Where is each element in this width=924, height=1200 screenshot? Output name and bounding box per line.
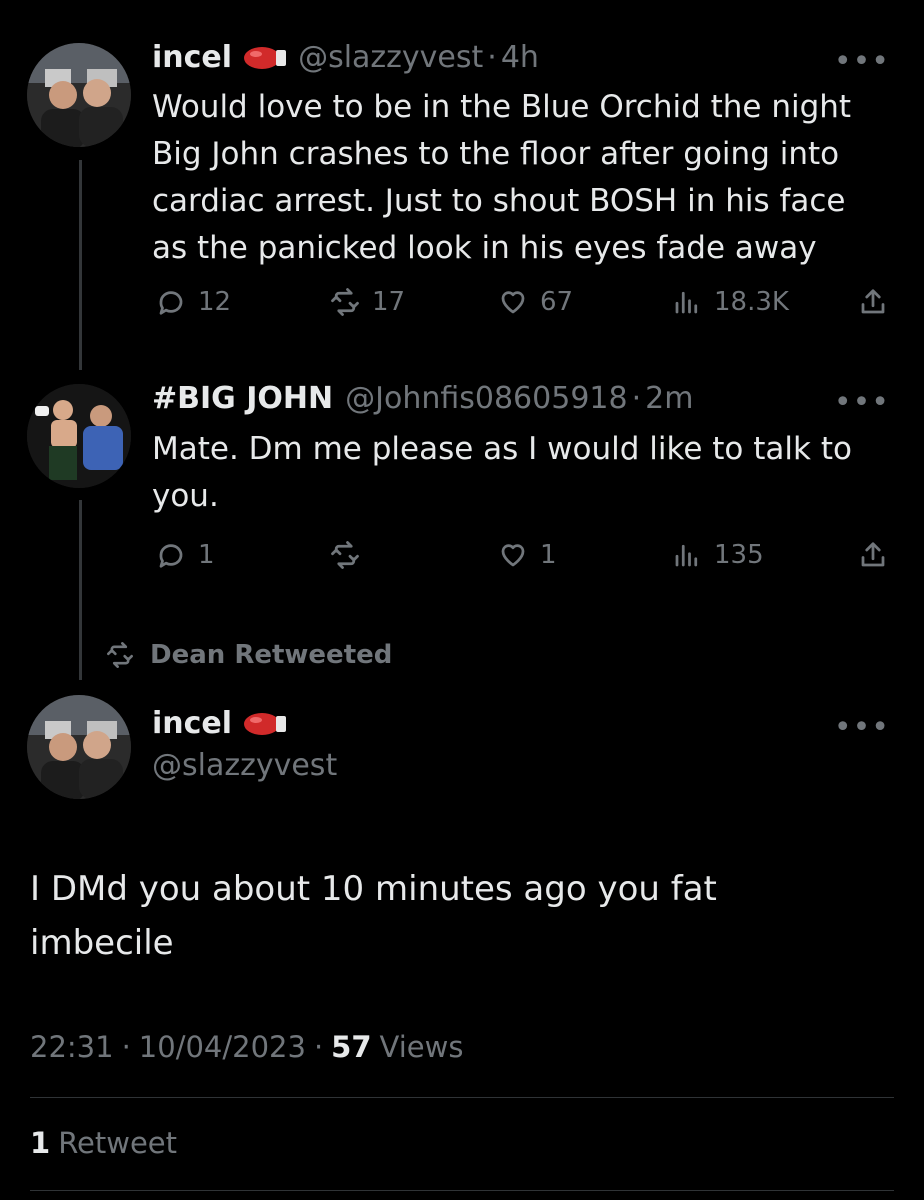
boxing-glove-icon xyxy=(244,712,287,735)
retweet-icon xyxy=(331,288,359,316)
separator-dot: · xyxy=(313,1030,324,1064)
avatar[interactable] xyxy=(27,695,131,799)
like-button[interactable]: 67 xyxy=(498,287,573,317)
thread-line xyxy=(79,160,82,370)
handle[interactable]: @Johnfis08605918 xyxy=(345,381,627,416)
share-button[interactable] xyxy=(858,287,888,317)
handle[interactable]: @slazzyvest xyxy=(298,40,483,75)
like-icon xyxy=(501,544,525,567)
handle[interactable]: @slazzyvest xyxy=(152,748,337,783)
share-button[interactable] xyxy=(858,540,888,570)
tweet-text-line: cardiac arrest. Just to shout BOSH in hi… xyxy=(152,183,846,219)
avatar-photo xyxy=(27,695,131,799)
share-icon xyxy=(861,542,885,567)
reply-count: 1 xyxy=(198,540,215,570)
avatar[interactable] xyxy=(27,384,131,488)
views-count: 18.3K xyxy=(714,287,789,317)
separator-dot: · xyxy=(487,40,497,75)
tweet-header: #BIG JOHN @Johnfis08605918 · 2m xyxy=(152,381,693,416)
more-icon[interactable]: ••• xyxy=(834,710,890,745)
thread-line xyxy=(79,500,82,680)
tweet-text: Would love to be in the Blue Orchid the … xyxy=(152,84,892,272)
tweet-date[interactable]: 10/04/2023 xyxy=(139,1030,306,1064)
tweet-text: Mate. Dm me please as I would like to ta… xyxy=(152,426,892,520)
timestamp[interactable]: 4h xyxy=(501,40,539,75)
tweet-text-line: imbecile xyxy=(30,923,174,963)
avatar[interactable] xyxy=(27,43,131,147)
main-tweet-text: I DMd you about 10 minutes ago you fat i… xyxy=(30,862,890,970)
like-icon xyxy=(501,291,525,314)
avatar-photo xyxy=(27,384,131,488)
retweet-stats[interactable]: 1 Retweet xyxy=(30,1126,177,1160)
tweet-header: incel @slazzyvest · 4h xyxy=(152,40,539,75)
divider xyxy=(30,1190,894,1191)
like-count: 67 xyxy=(540,287,574,317)
retweet-stat-count: 1 xyxy=(30,1126,51,1160)
like-count: 1 xyxy=(540,540,557,570)
more-icon[interactable]: ••• xyxy=(834,385,890,420)
avatar-photo xyxy=(27,43,131,147)
retweet-count: 17 xyxy=(372,287,406,317)
views-icon xyxy=(675,291,698,314)
separator-dot: · xyxy=(121,1030,131,1064)
retweet-context[interactable]: Dean Retweeted xyxy=(104,640,392,670)
views-count: 135 xyxy=(714,540,764,570)
more-icon[interactable]: ••• xyxy=(834,44,890,79)
separator-dot: · xyxy=(631,381,642,416)
reply-icon xyxy=(159,291,183,315)
reply-count: 12 xyxy=(198,287,232,317)
views-icon xyxy=(675,544,698,567)
reply-button[interactable]: 1 xyxy=(156,540,215,570)
tweet-text-line: Would love to be in the Blue Orchid the … xyxy=(152,89,852,125)
display-name[interactable]: incel xyxy=(152,40,232,75)
tweet-text-line: Mate. Dm me please as I would like to ta… xyxy=(152,431,852,467)
retweet-button[interactable] xyxy=(330,540,372,570)
tweet-time[interactable]: 22:31 xyxy=(30,1030,114,1064)
share-icon xyxy=(861,289,885,314)
retweet-stat-label: Retweet xyxy=(58,1126,178,1160)
views-button[interactable]: 135 xyxy=(672,540,764,570)
like-button[interactable]: 1 xyxy=(498,540,557,570)
views-label: Views xyxy=(379,1030,464,1064)
divider xyxy=(30,1097,894,1098)
tweet-text-line: as the panicked look in his eyes fade aw… xyxy=(152,230,817,266)
tweet-text-line: Big John crashes to the floor after goin… xyxy=(152,136,840,172)
boxing-glove-icon xyxy=(244,46,287,69)
retweet-context-label: Dean Retweeted xyxy=(150,640,393,670)
display-name[interactable]: incel xyxy=(152,706,232,741)
timestamp[interactable]: 2m xyxy=(645,381,693,416)
retweet-icon xyxy=(331,541,359,569)
tweet-header: incel xyxy=(152,706,288,741)
views-count: 57 xyxy=(331,1030,372,1064)
reply-icon xyxy=(159,544,183,568)
tweet-meta: 22:31 · 10/04/2023 · 57 Views xyxy=(30,1030,463,1064)
retweet-button[interactable]: 17 xyxy=(330,287,405,317)
reply-button[interactable]: 12 xyxy=(156,287,231,317)
tweet-text-line: you. xyxy=(152,478,219,514)
views-button[interactable]: 18.3K xyxy=(672,287,789,317)
retweet-icon xyxy=(107,642,133,668)
display-name[interactable]: #BIG JOHN xyxy=(152,381,333,416)
tweet-text-line: I DMd you about 10 minutes ago you fat xyxy=(30,869,717,909)
